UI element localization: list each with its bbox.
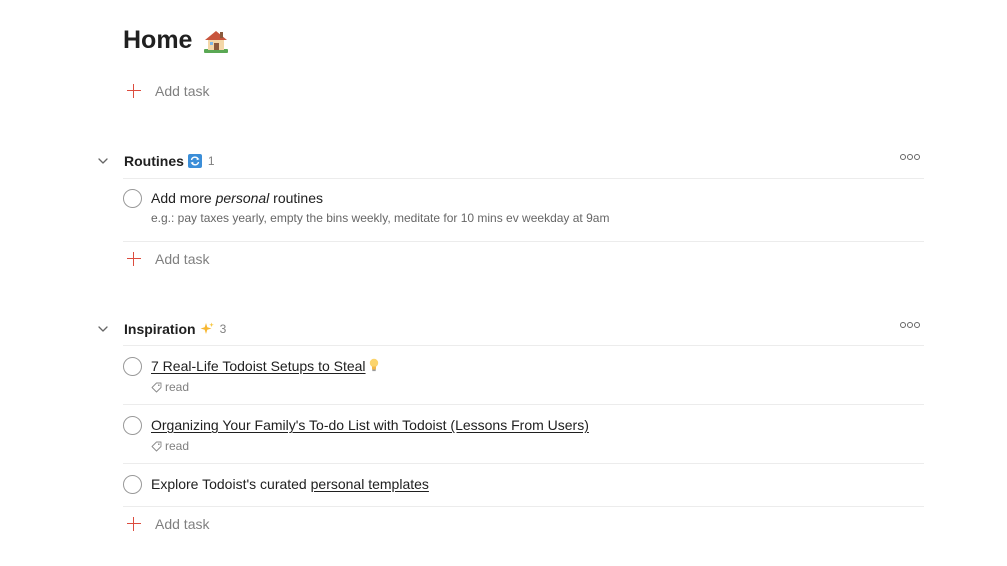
chevron-down-icon[interactable]	[96, 154, 110, 168]
dot-icon	[914, 322, 920, 328]
plus-icon	[126, 83, 142, 99]
repeat-icon	[187, 154, 202, 168]
task-item[interactable]: Add more personal routines e.g.: pay tax…	[123, 189, 924, 229]
tag-icon	[151, 382, 162, 392]
add-task-button[interactable]: Add task	[126, 251, 209, 267]
dot-icon	[907, 154, 913, 160]
house-icon	[204, 30, 229, 53]
more-options-button[interactable]	[900, 154, 920, 160]
divider	[123, 241, 924, 242]
section-name: Inspiration	[124, 321, 196, 337]
task-item[interactable]: Explore Todoist's curated personal templ…	[123, 475, 924, 497]
more-options-button[interactable]	[900, 322, 920, 328]
task-title: 7 Real-Life Todoist Setups to Steal	[151, 358, 379, 374]
task-checkbox[interactable]	[123, 475, 142, 494]
section-count: 3	[219, 322, 227, 336]
divider	[123, 345, 924, 346]
divider	[123, 404, 924, 405]
task-label[interactable]: read	[151, 380, 189, 394]
task-title: Explore Todoist's curated personal templ…	[151, 476, 429, 492]
task-link[interactable]: personal templates	[311, 476, 429, 492]
divider	[123, 463, 924, 464]
sparkles-icon	[200, 322, 214, 334]
section-count: 1	[207, 154, 215, 168]
tag-icon	[151, 441, 162, 451]
dot-icon	[914, 154, 920, 160]
task-title: Organizing Your Family's To-do List with…	[151, 417, 589, 433]
section-header-routines[interactable]: Routines 1	[96, 144, 924, 178]
task-checkbox[interactable]	[123, 416, 142, 435]
lightbulb-icon	[370, 358, 379, 372]
task-link[interactable]: 7 Real-Life Todoist Setups to Steal	[151, 358, 366, 374]
dot-icon	[900, 322, 906, 328]
divider	[123, 506, 924, 507]
task-label[interactable]: read	[151, 439, 189, 453]
dot-icon	[907, 322, 913, 328]
page-header: Home	[123, 26, 230, 55]
task-checkbox[interactable]	[123, 357, 142, 376]
add-task-button[interactable]: Add task	[126, 516, 209, 532]
section-name: Routines	[124, 153, 184, 169]
dot-icon	[900, 154, 906, 160]
task-item[interactable]: Organizing Your Family's To-do List with…	[123, 416, 924, 456]
task-item[interactable]: 7 Real-Life Todoist Setups to Steal read	[123, 357, 924, 397]
add-task-button[interactable]: Add task	[126, 83, 209, 99]
project-view: Home Add task Routines 1 Add more person…	[0, 0, 1007, 566]
plus-icon	[126, 516, 142, 532]
section-header-inspiration[interactable]: Inspiration 3	[96, 312, 924, 346]
divider	[123, 178, 924, 179]
plus-icon	[126, 251, 142, 267]
chevron-down-icon[interactable]	[96, 322, 110, 336]
task-checkbox[interactable]	[123, 189, 142, 208]
page-title: Home	[123, 26, 193, 54]
task-link[interactable]: Organizing Your Family's To-do List with…	[151, 417, 589, 433]
task-description: e.g.: pay taxes yearly, empty the bins w…	[151, 211, 610, 225]
task-title[interactable]: Add more personal routines	[151, 190, 323, 206]
